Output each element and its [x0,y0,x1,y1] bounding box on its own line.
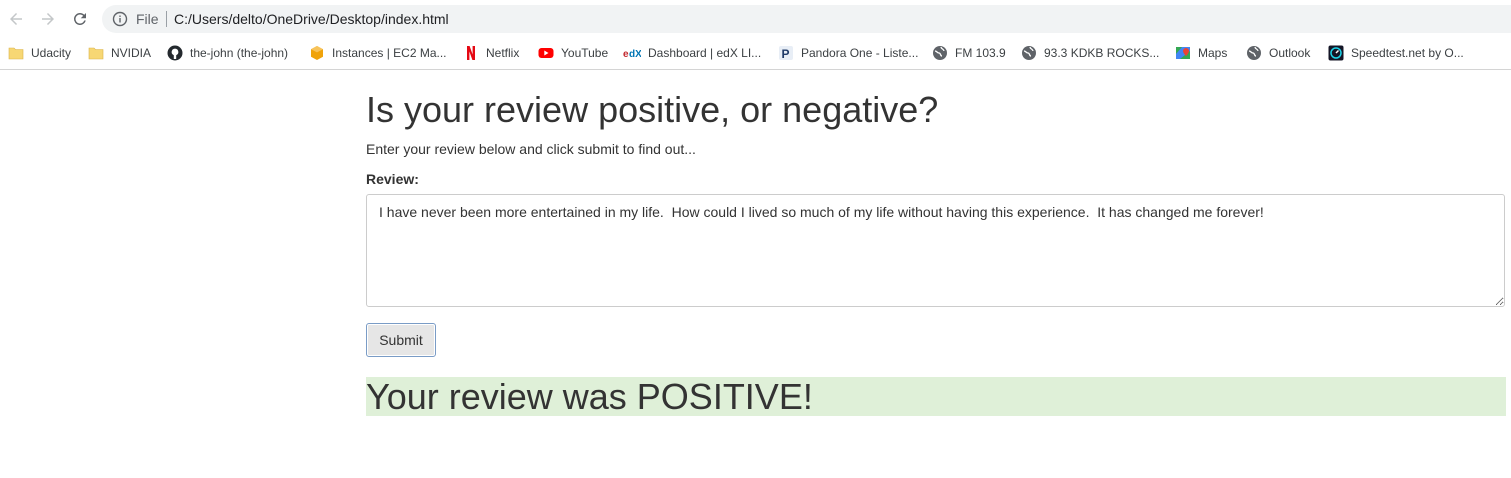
bookmark-label: Speedtest.net by O... [1351,46,1464,60]
bookmark-label: Maps [1198,46,1228,60]
bookmark-maps[interactable]: Maps [1175,43,1227,63]
bookmark-udacity[interactable]: Udacity [8,43,71,63]
youtube-icon [538,45,554,61]
arrow-right-icon [42,13,54,25]
result-banner: Your review was POSITIVE! [366,377,1506,416]
netflix-icon [463,45,479,61]
bookmark-edx[interactable]: e dX Dashboard | edX LI... [623,43,761,63]
github-icon [167,45,183,61]
bookmarks-bar: Udacity NVIDIA the-john (the-john) Insta… [0,38,1511,70]
bookmark-label: Pandora One - Liste... [801,46,919,60]
bookmark-label: Udacity [31,46,72,60]
bookmark-label: FM 103.9 [955,46,1006,60]
folder-icon [88,45,104,61]
url-scheme: File [136,11,159,27]
aws-icon [309,45,325,61]
speedtest-icon [1328,45,1344,61]
intro-text: Enter your review below and click submit… [366,141,696,157]
address-bar[interactable]: File C:/Users/delto/OneDrive/Desktop/ind… [102,5,1511,33]
globe-icon [932,45,948,61]
forward-button[interactable] [38,9,58,29]
bookmark-label: Outlook [1269,46,1311,60]
bookmark-label: YouTube [561,46,609,60]
bookmark-label: Netflix [486,46,520,60]
edx-icon: e dX [623,45,641,61]
reload-icon [73,12,86,25]
url-text[interactable]: C:/Users/delto/OneDrive/Desktop/index.ht… [174,11,449,27]
svg-text:P: P [782,47,790,61]
review-textarea[interactable]: I have never been more entertained in my… [366,194,1505,307]
bookmark-kdkb[interactable]: 93.3 KDKB ROCKS... [1021,43,1159,63]
browser-toolbar: File C:/Users/delto/OneDrive/Desktop/ind… [0,0,1511,38]
maps-icon [1175,45,1191,61]
bookmark-label: Dashboard | edX LI... [648,46,762,60]
bookmark-speedtest[interactable]: Speedtest.net by O... [1328,43,1464,63]
info-icon[interactable] [112,11,128,27]
bookmark-label: Instances | EC2 Ma... [332,46,447,60]
bookmark-pandora[interactable]: P Pandora One - Liste... [778,43,918,63]
submit-button[interactable]: Submit [366,323,436,357]
bookmark-label: 93.3 KDKB ROCKS... [1044,46,1160,60]
folder-icon [8,45,24,61]
bookmark-fm-1039[interactable]: FM 103.9 [932,43,1006,63]
bookmark-youtube[interactable]: YouTube [538,43,608,63]
pandora-icon: P [778,45,794,61]
globe-icon [1021,45,1037,61]
arrow-left-icon [10,13,22,25]
bookmark-label: the-john (the-john) [190,46,289,60]
svg-text:dX: dX [629,49,641,60]
bookmark-outlook[interactable]: Outlook [1246,43,1310,63]
review-label: Review: [366,171,419,187]
bookmark-netflix[interactable]: Netflix [463,43,519,63]
globe-icon [1246,45,1262,61]
reload-button[interactable] [70,9,90,29]
page-title: Is your review positive, or negative? [366,89,939,130]
bookmark-label: NVIDIA [111,46,152,60]
back-button[interactable] [6,9,26,29]
bookmark-nvidia[interactable]: NVIDIA [88,43,151,63]
bookmark-github[interactable]: the-john (the-john) [167,43,288,63]
bookmark-aws-ec2[interactable]: Instances | EC2 Ma... [309,43,447,63]
url-separator [166,11,167,27]
